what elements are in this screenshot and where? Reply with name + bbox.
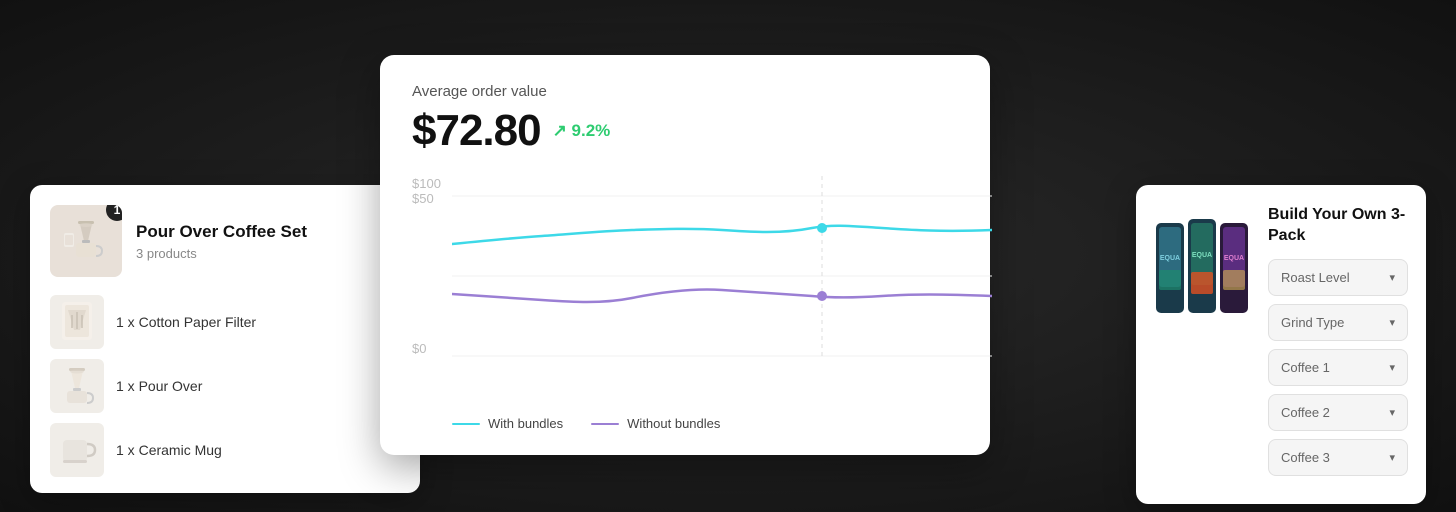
svg-text:EQUA: EQUA xyxy=(1192,252,1212,259)
pour-over-set-icon xyxy=(58,213,114,269)
filter-image xyxy=(50,295,104,349)
coffee-3-dropdown[interactable]: Coffee 3 ▾ xyxy=(1268,439,1408,476)
pour-over-icon xyxy=(55,364,99,408)
chart-title: Average order value xyxy=(412,83,958,100)
build-your-own-card: EQUA EQUA EQUA xyxy=(1136,185,1426,504)
y-label-50: $50 xyxy=(412,191,448,206)
chart-area: $100 $50 $0 xyxy=(412,176,958,406)
bundle-info: Pour Over Coffee Set 3 products xyxy=(136,221,307,260)
legend-with-bundles: With bundles xyxy=(452,416,563,431)
cart-card: 1 Pour Over Coffee Set xyxy=(30,185,420,493)
coffee-2-dropdown[interactable]: Coffee 2 ▾ xyxy=(1268,394,1408,431)
legend-line-purple xyxy=(591,423,619,425)
bundle-title: Pour Over Coffee Set xyxy=(136,221,307,243)
bundle-header: 1 Pour Over Coffee Set xyxy=(50,205,400,277)
svg-text:EQUA: EQUA xyxy=(1224,255,1244,262)
chart-legend: With bundles Without bundles xyxy=(412,416,958,431)
item-2-label: 1 x Pour Over xyxy=(116,378,202,394)
coffee-1-label: Coffee 1 xyxy=(1281,360,1330,375)
roast-level-label: Roast Level xyxy=(1281,270,1350,285)
chart-value-row: $72.80 ↗ 9.2% xyxy=(412,106,958,156)
build-title: Build Your Own 3-Pack xyxy=(1268,205,1408,247)
coffee-1-dropdown[interactable]: Coffee 1 ▾ xyxy=(1268,349,1408,386)
chevron-down-icon: ▾ xyxy=(1389,271,1395,284)
item-1-label: 1 x Cotton Paper Filter xyxy=(116,314,256,330)
legend-line-blue xyxy=(452,423,480,425)
list-item: 1 x Pour Over xyxy=(50,359,400,413)
coffee-bags-icon: EQUA EQUA EQUA xyxy=(1154,205,1250,325)
right-panel: Build Your Own 3-Pack Roast Level ▾ Grin… xyxy=(1268,205,1408,484)
chart-value: $72.80 xyxy=(412,106,541,156)
list-item: 1 x Ceramic Mug xyxy=(50,423,400,477)
chart-card: Average order value $72.80 ↗ 9.2% $100 $… xyxy=(380,55,990,455)
mug-icon xyxy=(57,430,97,470)
filter-icon xyxy=(58,300,96,344)
chart-change: ↗ 9.2% xyxy=(553,121,611,141)
chart-svg xyxy=(452,176,992,376)
pour-over-image xyxy=(50,359,104,413)
y-label-0: $0 xyxy=(412,341,448,356)
list-item: 1 x Cotton Paper Filter xyxy=(50,295,400,349)
roast-level-dropdown[interactable]: Roast Level ▾ xyxy=(1268,259,1408,296)
legend-without-bundles: Without bundles xyxy=(591,416,720,431)
grind-type-dropdown[interactable]: Grind Type ▾ xyxy=(1268,304,1408,341)
bundle-subtitle: 3 products xyxy=(136,246,307,261)
svg-text:EQUA: EQUA xyxy=(1160,255,1180,262)
right-content: EQUA EQUA EQUA xyxy=(1154,205,1408,484)
item-3-label: 1 x Ceramic Mug xyxy=(116,442,222,458)
chevron-down-icon: ▾ xyxy=(1389,406,1395,419)
chevron-down-icon: ▾ xyxy=(1389,361,1395,374)
legend-label-purple: Without bundles xyxy=(627,416,720,431)
chevron-down-icon: ▾ xyxy=(1389,316,1395,329)
mug-image xyxy=(50,423,104,477)
coffee-2-label: Coffee 2 xyxy=(1281,405,1330,420)
bundle-items-list: 1 x Cotton Paper Filter 1 x Pour xyxy=(50,295,400,477)
bag-row: EQUA EQUA EQUA xyxy=(1154,205,1254,325)
y-label-100: $100 xyxy=(412,176,448,191)
coffee-3-label: Coffee 3 xyxy=(1281,450,1330,465)
grind-type-label: Grind Type xyxy=(1281,315,1344,330)
chevron-down-icon: ▾ xyxy=(1389,451,1395,464)
bundle-image: 1 xyxy=(50,205,122,277)
legend-label-blue: With bundles xyxy=(488,416,563,431)
product-images: EQUA EQUA EQUA xyxy=(1154,205,1254,484)
